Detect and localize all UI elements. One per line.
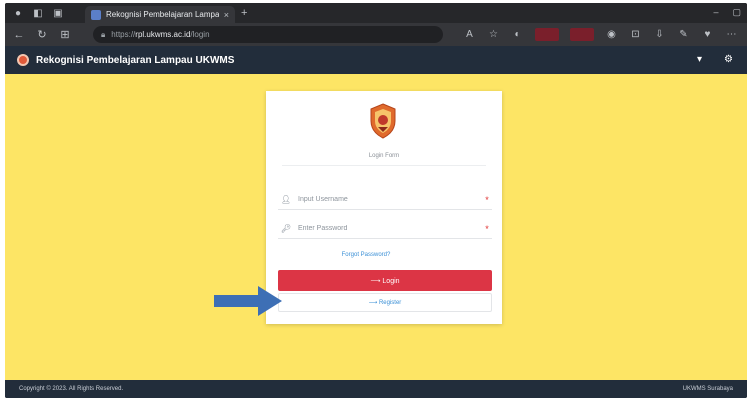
tab-title: Rekognisi Pembelajaran Lampau UKWMS	[106, 10, 219, 19]
required-asterisk: *	[485, 223, 489, 234]
forgot-password-link[interactable]: Forgot Password?	[266, 252, 466, 258]
register-button[interactable]: ⟶ Register	[278, 293, 492, 312]
password-field: 🔑︎ *	[278, 219, 492, 239]
username-field: 👤︎ *	[278, 190, 492, 210]
annotation-arrow-icon	[214, 286, 282, 316]
ukwms-logo-icon	[17, 54, 29, 66]
heart-icon[interactable]: ♥	[701, 28, 714, 41]
profile-icon[interactable]: ●	[11, 6, 25, 20]
arrow-left-icon[interactable]: ←	[13, 29, 25, 41]
read-aloud-icon[interactable]: A	[463, 28, 476, 41]
tab-actions-icon[interactable]: ▣	[51, 6, 65, 20]
extension-badge-icon-2[interactable]	[570, 28, 594, 41]
lock-icon[interactable]: 🔒︎	[101, 30, 105, 40]
header-actions: ▾ ⚙	[697, 54, 733, 65]
star-icon[interactable]: ☆	[487, 28, 500, 41]
split-view-icon[interactable]: ⊞	[59, 28, 71, 41]
user-icon: 👤︎	[280, 195, 292, 204]
address-bar[interactable]: 🔒︎ https:// rpl.ukwms.ac.id /login	[93, 26, 443, 43]
footer-copyright: Copyright © 2023. All Rights Reserved.	[19, 386, 124, 392]
url-prefix: https://	[111, 30, 136, 39]
bell-icon[interactable]: ▾	[697, 54, 702, 65]
downloads-icon[interactable]: ⇩	[653, 28, 666, 41]
key-icon: 🔑︎	[280, 224, 292, 233]
url-domain: rpl.ukwms.ac.id	[135, 30, 191, 39]
required-asterisk: *	[485, 194, 489, 205]
login-card: Login Form 👤︎ * 🔑︎ * Forgot Password? ⟶ …	[266, 91, 502, 324]
footer-org: UKWMS Surabaya	[682, 386, 733, 392]
new-tab-button[interactable]: +	[241, 7, 247, 19]
browser-tab-active[interactable]: Rekognisi Pembelajaran Lampau UKWMS ×	[85, 6, 235, 23]
tab-favicon-icon	[91, 9, 101, 20]
collections-icon[interactable]: ◉	[605, 28, 618, 41]
extension-icon[interactable]: ◐	[511, 28, 524, 41]
toolbar-icons: A ☆ ◐ ◉ ⊡ ⇩ ✎ ♥ ⋯	[463, 28, 747, 41]
minimize-icon[interactable]: –	[713, 7, 718, 18]
tab-close-icon[interactable]: ×	[224, 10, 229, 20]
app-footer: Copyright © 2023. All Rights Reserved. U…	[5, 380, 747, 398]
maximize-icon[interactable]: ▢	[732, 7, 741, 18]
browser-window: ● ◧ ▣ Rekognisi Pembelajaran Lampau UKWM…	[5, 3, 747, 398]
puzzle-icon[interactable]: ✎	[677, 28, 690, 41]
university-crest-icon	[370, 103, 396, 139]
favorites-icon[interactable]: ⊡	[629, 28, 642, 41]
refresh-icon[interactable]: ↻	[36, 28, 48, 41]
username-input[interactable]	[294, 196, 482, 203]
app-title: Rekognisi Pembelajaran Lampau UKWMS	[36, 54, 235, 66]
password-input[interactable]	[294, 225, 482, 232]
login-caption: Login Form	[368, 153, 400, 159]
settings-icon[interactable]: ⚙	[724, 54, 733, 65]
browser-toolbar: ← ↻ ⊞ 🔒︎ https:// rpl.ukwms.ac.id /login…	[5, 23, 747, 46]
extension-badge-icon[interactable]	[535, 28, 559, 41]
browser-titlebar: ● ◧ ▣ Rekognisi Pembelajaran Lampau UKWM…	[5, 3, 747, 23]
app-header: Rekognisi Pembelajaran Lampau UKWMS ▾ ⚙	[5, 46, 747, 74]
login-button[interactable]: ⟶ Login	[278, 270, 492, 291]
divider	[282, 165, 486, 166]
main-content: Login Form 👤︎ * 🔑︎ * Forgot Password? ⟶ …	[5, 74, 747, 380]
workspaces-icon[interactable]: ◧	[31, 6, 45, 20]
more-icon[interactable]: ⋯	[725, 28, 738, 41]
window-controls: – ▢	[713, 7, 741, 18]
url-path: /login	[190, 30, 210, 39]
